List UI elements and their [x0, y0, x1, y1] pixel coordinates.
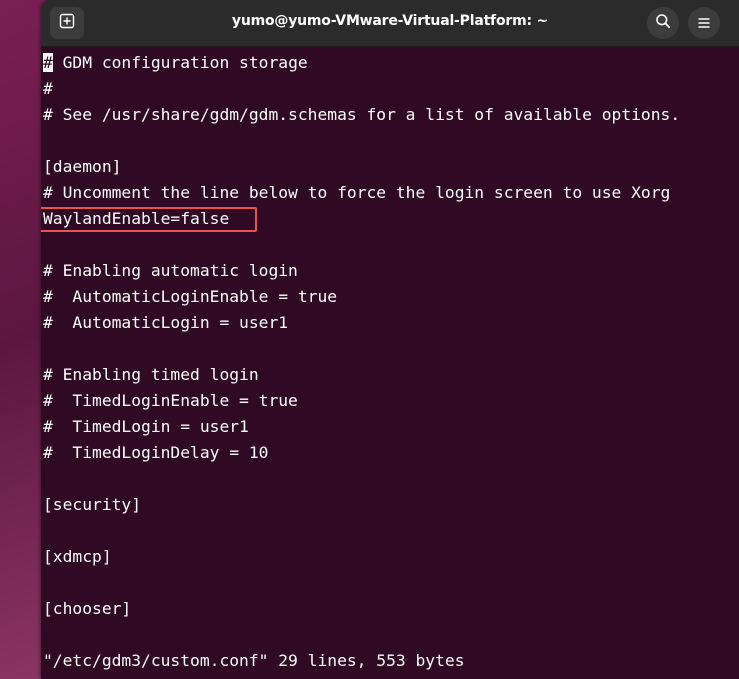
terminal-line: [security] [43, 495, 142, 514]
search-icon [655, 13, 671, 33]
terminal-line: # AutomaticLoginEnable = true [43, 287, 338, 306]
terminal-line: # Enabling automatic login [43, 261, 298, 280]
desktop-background [0, 0, 44, 679]
window-title: yumo@yumo-VMware-Virtual-Platform: ~ [231, 13, 549, 29]
status-line: "/etc/gdm3/custom.conf" 29 lines, 553 by… [43, 651, 465, 670]
terminal-content[interactable]: # GDM configuration storage # # See /usr… [41, 47, 739, 679]
terminal-line: # TimedLoginDelay = 10 [43, 443, 269, 462]
terminal-line: # TimedLoginEnable = true [43, 391, 298, 410]
terminal-line: [chooser] [43, 599, 132, 618]
titlebar: yumo@yumo-VMware-Virtual-Platform: ~ [41, 0, 739, 47]
terminal-line: # Enabling timed login [43, 365, 259, 384]
terminal-line: # Uncomment the line below to force the … [43, 183, 671, 202]
terminal-line: # AutomaticLogin = user1 [43, 313, 289, 332]
text-cursor: # [43, 53, 53, 72]
terminal-line: # TimedLogin = user1 [43, 417, 249, 436]
terminal-line: [xdmcp] [43, 547, 112, 566]
terminal-line: # See /usr/share/gdm/gdm.schemas for a l… [43, 105, 681, 124]
menu-button[interactable] [688, 7, 720, 39]
highlight-annotation-box [41, 207, 257, 232]
terminal-line: [daemon] [43, 157, 122, 176]
terminal-line: # [43, 79, 53, 98]
hamburger-menu-icon [697, 14, 711, 33]
terminal-window: yumo@yumo-VMware-Virtual-Platform: ~ # G… [41, 0, 739, 679]
search-button[interactable] [647, 7, 679, 39]
terminal-line: # GDM configuration storage [43, 53, 308, 72]
